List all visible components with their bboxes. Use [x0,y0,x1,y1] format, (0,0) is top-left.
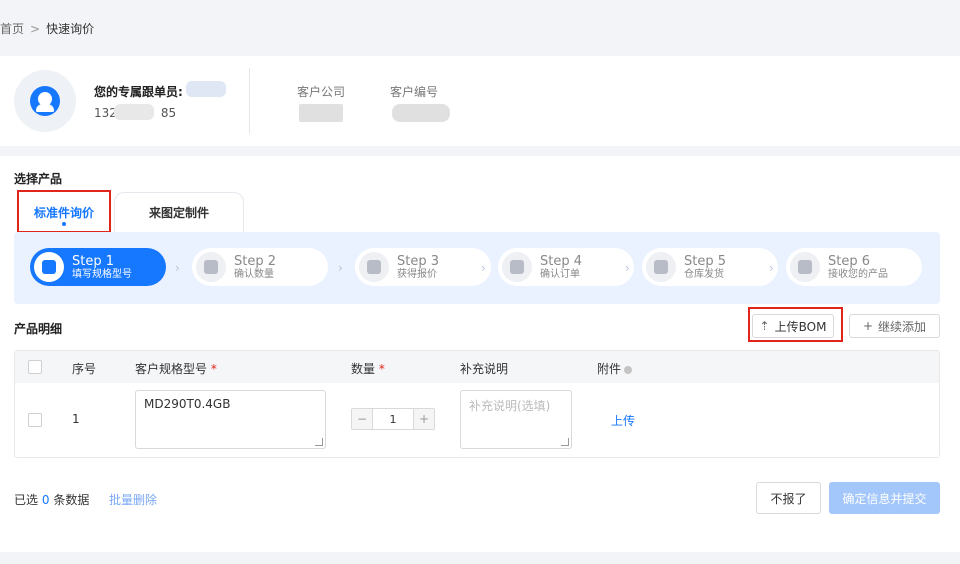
chevron-right-icon: › [338,261,343,275]
divider [249,68,250,134]
chevron-right-icon: › [481,261,486,275]
avatar [14,70,76,132]
step-1-title: Step 1 [72,253,115,269]
rep-info-card: 您的专属跟单员: 132 85 客户公司 客户编号 [0,56,960,146]
step-3-desc: 获得报价 [397,268,437,280]
increment-button[interactable]: + [414,409,434,429]
package-icon [790,252,820,282]
upload-attachment-link[interactable]: 上传 [611,412,635,429]
step-5-title: Step 5 [684,253,727,269]
tab-standard-parts-label: 标准件询价 [33,205,94,220]
step-2-title: Step 2 [234,253,277,269]
company-value-redacted [299,104,343,122]
details-title: 产品明细 [14,322,63,336]
breadcrumb: 首页 > 快速询价 [0,20,94,37]
plus-icon: + [862,319,874,333]
chevron-right-icon: › [625,261,630,275]
batch-delete-link[interactable]: 批量删除 [109,491,157,508]
active-tab-indicator [62,222,66,226]
section-title: 选择产品 [14,172,63,186]
upload-bom-button[interactable]: ⇡ 上传BOM [752,314,834,338]
row-checkbox[interactable] [28,413,42,427]
selected-count: 已选 0 条数据 [14,493,90,507]
chevron-right-icon: › [175,261,180,275]
checklist-icon [196,252,226,282]
breadcrumb-home[interactable]: 首页 [0,20,24,37]
resize-handle[interactable] [561,438,569,446]
form-icon [34,252,64,282]
tab-custom-parts[interactable]: 来图定制件 [114,192,244,232]
upload-icon: ⇡ [759,319,770,333]
step-3-title: Step 3 [397,253,440,269]
progress-steps: Step 1 填写规格型号 › Step 2 确认数量 › Step 3 获得报价 ›… [14,232,940,304]
customer-no-label: 客户编号 [390,85,439,99]
tab-standard-parts[interactable]: 标准件询价 [18,192,110,232]
model-value: MD290T0.4GB [144,397,231,411]
rep-phone-suffix: 85 [160,106,177,120]
quote-form-card: 选择产品 标准件询价 来图定制件 Step 1 填写规格型号 › Step 2 确认… [0,156,960,552]
model-textarea[interactable]: MD290T0.4GB [135,390,326,449]
company-label: 客户公司 [297,85,346,99]
step-6-title: Step 6 [828,253,871,269]
header-index: 序号 [72,362,97,376]
step-1-desc: 填写规格型号 [72,268,132,280]
submit-button[interactable]: 确定信息并提交 [829,482,940,514]
customer-no-redacted [392,104,450,122]
breadcrumb-current: 快速询价 [46,22,95,36]
step-4-desc: 确认订单 [540,268,580,280]
header-model: 客户规格型号 * [135,362,217,376]
select-all-checkbox[interactable] [28,360,42,374]
decrement-button[interactable]: − [352,409,372,429]
upload-bom-label: 上传BOM [774,319,827,334]
product-table: 序号 客户规格型号 * 数量 * 补充说明 附件 1 MD290T0.4GB −… [14,350,940,458]
product-type-tabs: 标准件询价 来图定制件 [18,192,244,232]
step-5: Step 5 仓库发货 [642,248,778,286]
header-note: 补充说明 [460,362,509,376]
quote-icon [359,252,389,282]
step-4: Step 4 确认订单 [498,248,634,286]
decline-button[interactable]: 不报了 [756,482,821,514]
breadcrumb-separator: > [30,21,41,36]
header-attachment: 附件 [597,360,633,377]
truck-icon [646,252,676,282]
step-4-title: Step 4 [540,253,583,269]
resize-handle[interactable] [315,438,323,446]
quantity-value[interactable]: 1 [372,409,414,429]
note-textarea[interactable]: 补充说明(选填) [460,390,572,449]
table-row: 1 MD290T0.4GB − 1 + 补充说明(选填) 上传 [15,383,939,457]
note-placeholder: 补充说明(选填) [469,399,551,413]
step-5-desc: 仓库发货 [684,268,724,280]
continue-add-label: 继续添加 [878,319,927,334]
step-2-desc: 确认数量 [234,268,274,280]
order-confirm-icon [502,252,532,282]
customer-service-icon [30,86,60,116]
info-icon [624,365,633,374]
chevron-right-icon: › [769,261,774,275]
rep-label: 您的专属跟单员: [94,85,183,99]
continue-add-button[interactable]: + 继续添加 [849,314,940,338]
table-header: 序号 客户规格型号 * 数量 * 补充说明 附件 [15,351,939,383]
step-6: Step 6 接收您的产品 [786,248,922,286]
row-index: 1 [72,412,80,426]
step-6-desc: 接收您的产品 [828,268,888,280]
quantity-stepper[interactable]: − 1 + [351,408,435,430]
header-quantity: 数量 * [351,362,385,376]
rep-name-redacted [186,81,226,97]
step-1: Step 1 填写规格型号 [30,248,166,286]
rep-phone-redacted [114,104,154,120]
step-2: Step 2 确认数量 [192,248,328,286]
step-3: Step 3 获得报价 [355,248,491,286]
tab-custom-parts-label: 来图定制件 [148,206,209,220]
